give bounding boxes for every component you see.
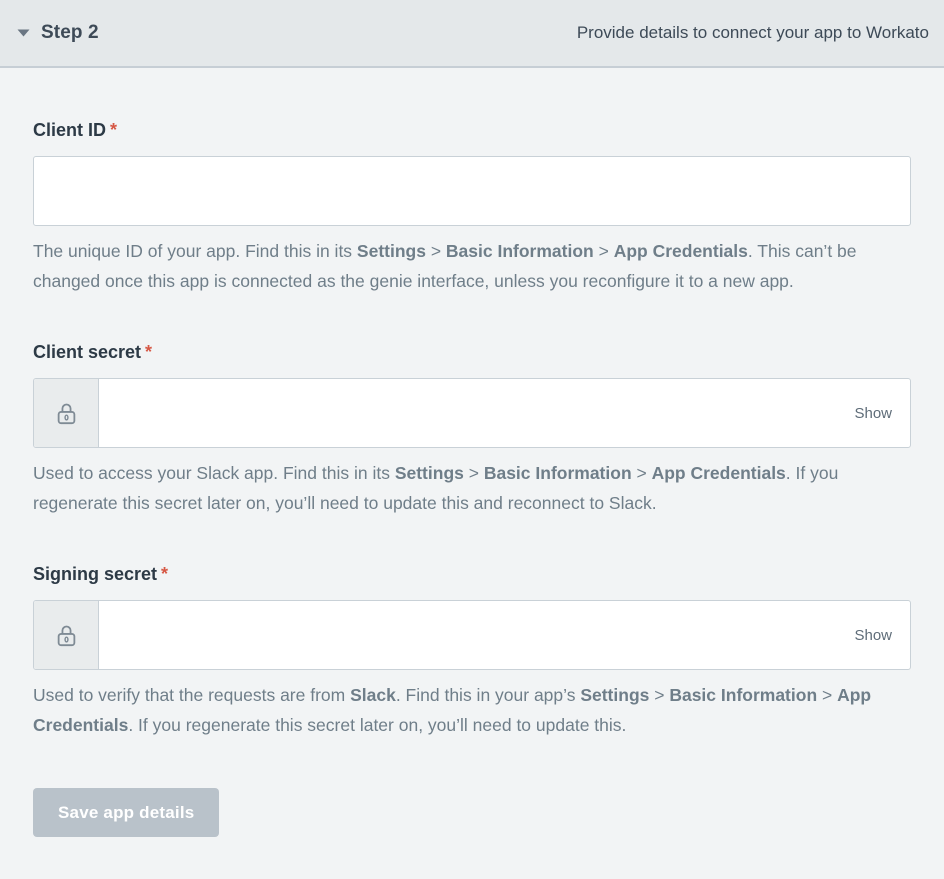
chevron-down-icon[interactable] <box>15 25 31 41</box>
step-header[interactable]: Step 2 Provide details to connect your a… <box>0 0 944 68</box>
client-secret-show-button[interactable]: Show <box>844 379 910 447</box>
required-asterisk: * <box>145 342 152 362</box>
signing-secret-help: Used to verify that the requests are fro… <box>33 680 911 740</box>
required-asterisk: * <box>110 120 117 140</box>
client-id-input[interactable] <box>33 156 911 226</box>
signing-secret-input-group: Show <box>33 600 911 670</box>
step-title: Step 2 <box>41 22 99 44</box>
signing-secret-show-button[interactable]: Show <box>844 601 910 669</box>
client-id-help: The unique ID of your app. Find this in … <box>33 236 911 296</box>
required-asterisk: * <box>161 564 168 584</box>
step-header-left: Step 2 <box>15 22 99 44</box>
signing-secret-label-text: Signing secret <box>33 564 157 584</box>
client-secret-field: Client secret* Show Used to access your … <box>33 342 911 518</box>
client-secret-help: Used to access your Slack app. Find this… <box>33 458 911 518</box>
client-id-label: Client ID* <box>33 120 911 141</box>
client-secret-label-text: Client secret <box>33 342 141 362</box>
signing-secret-label: Signing secret* <box>33 564 911 585</box>
client-secret-label: Client secret* <box>33 342 911 363</box>
signing-secret-input[interactable] <box>99 601 844 669</box>
signing-secret-field: Signing secret* Show Used to verify that… <box>33 564 911 740</box>
client-id-label-text: Client ID <box>33 120 106 140</box>
save-app-details-button[interactable]: Save app details <box>33 788 219 837</box>
step-form: Client ID* The unique ID of your app. Fi… <box>0 68 944 879</box>
client-secret-input[interactable] <box>99 379 844 447</box>
client-id-field: Client ID* The unique ID of your app. Fi… <box>33 120 911 296</box>
step-subtitle: Provide details to connect your app to W… <box>577 23 929 43</box>
lock-icon <box>34 601 99 669</box>
client-secret-input-group: Show <box>33 378 911 448</box>
lock-icon <box>34 379 99 447</box>
